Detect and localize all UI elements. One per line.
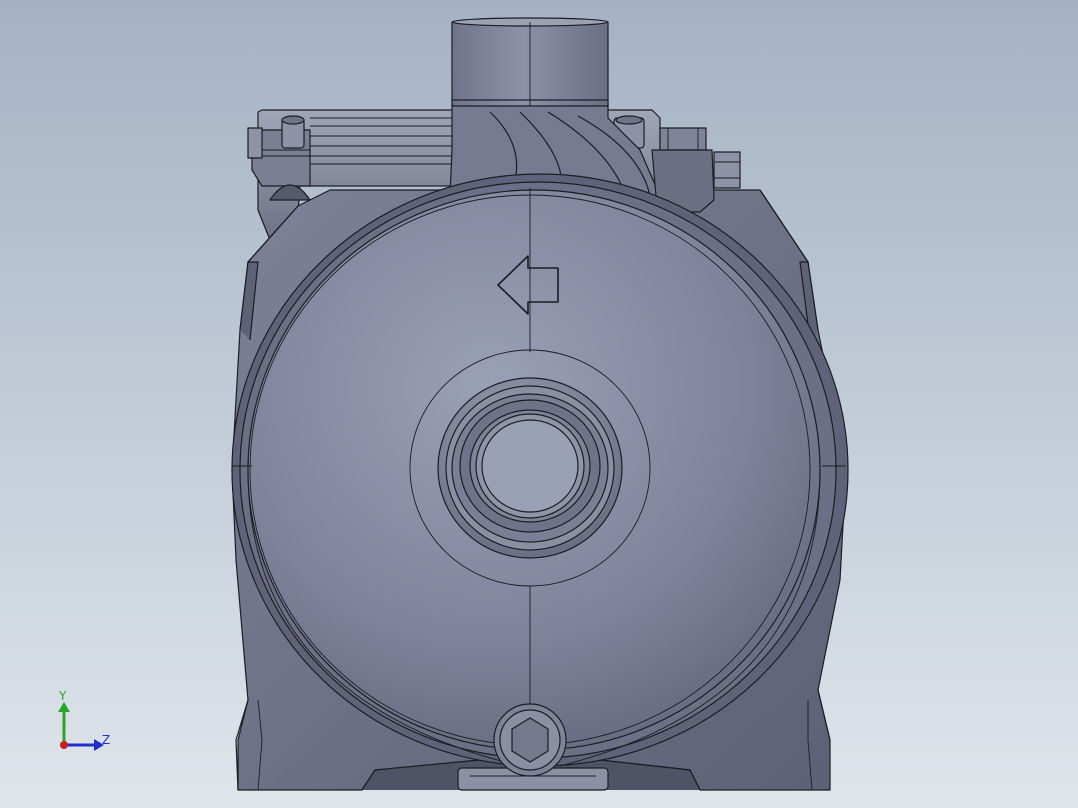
model-canvas[interactable]: Y Z: [0, 0, 1078, 808]
drain-plug[interactable]: [493, 703, 567, 777]
triad-x-axis: [60, 741, 68, 749]
triad-y-label: Y: [58, 689, 67, 703]
triad-z-label: Z: [102, 733, 110, 747]
graphics-viewport[interactable]: Y Z: [0, 0, 1078, 808]
